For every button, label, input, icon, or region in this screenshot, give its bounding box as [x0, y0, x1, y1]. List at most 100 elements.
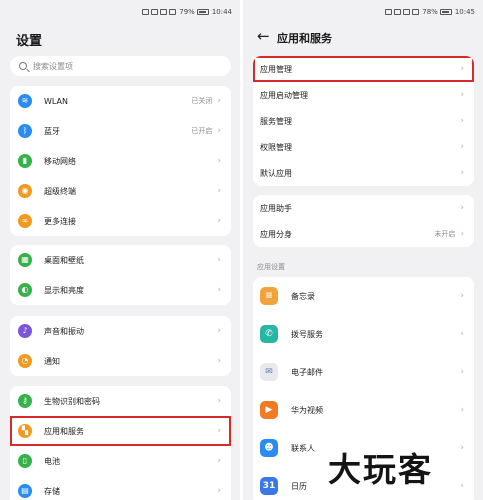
settings-item[interactable]: ▦ 桌面和壁纸 › — [10, 245, 231, 275]
status-bar: 78% 10:45 — [329, 6, 475, 18]
wifi-status-icon — [169, 9, 177, 15]
vibrate-icon — [151, 9, 159, 15]
app-service-item[interactable]: 应用助手 › — [253, 195, 474, 221]
settings-item[interactable]: ◔ 通知 › — [10, 346, 231, 376]
calendar-icon: 31 — [260, 477, 278, 495]
settings-item[interactable]: ⚷ 生物识别和密码 › — [10, 386, 231, 416]
back-arrow-icon[interactable]: ← — [257, 27, 270, 45]
app-service-item[interactable]: 默认应用 › — [253, 160, 474, 186]
memo-icon: ≡ — [260, 287, 278, 305]
settings-item-label: 生物识别和密码 — [44, 396, 100, 406]
chevron-right-icon: › — [217, 326, 221, 336]
app-service-item[interactable]: 应用管理 › — [253, 56, 474, 82]
bell-icon: ◔ — [18, 354, 32, 368]
chevron-right-icon: › — [217, 456, 221, 466]
video-icon: ▶ — [260, 401, 278, 419]
app-service-label: 应用分身 — [260, 229, 292, 239]
app-service-label: 应用助手 — [260, 203, 292, 213]
chevron-right-icon: › — [460, 116, 464, 126]
chevron-right-icon: › — [217, 186, 221, 196]
battery-icon: ▯ — [18, 454, 32, 468]
storage-icon: ▤ — [18, 484, 32, 498]
nfc-icon — [385, 9, 393, 15]
chevron-right-icon: › — [217, 126, 221, 136]
wifi-status-icon — [412, 9, 420, 15]
app-list-item[interactable]: ✆ 拨号服务 › — [253, 315, 474, 353]
bluetooth-icon: ᛒ — [18, 124, 32, 138]
contacts-icon: ☻ — [260, 439, 278, 457]
app-service-label: 服务管理 — [260, 116, 292, 126]
app-service-item[interactable]: 权限管理 › — [253, 134, 474, 160]
chevron-right-icon: › — [460, 90, 464, 100]
section-label-app-settings: 应用设置 — [257, 263, 285, 271]
settings-item[interactable]: ≋ WLAN 已关闭 › — [10, 86, 231, 116]
app-service-label: 应用启动管理 — [260, 90, 308, 100]
settings-item[interactable]: ▚ 应用和服务 › — [10, 416, 231, 446]
app-list-label: 华为视频 — [291, 405, 323, 415]
settings-item[interactable]: ▯ 电池 › — [10, 446, 231, 476]
settings-item[interactable]: ▤ 存储 › — [10, 476, 231, 500]
app-service-item[interactable]: 服务管理 › — [253, 108, 474, 134]
app-list-item[interactable]: ✉ 电子邮件 › — [253, 353, 474, 391]
key-icon: ⚷ — [18, 394, 32, 408]
status-time: 10:45 — [454, 8, 475, 16]
app-service-item[interactable]: 应用启动管理 › — [253, 82, 474, 108]
phone-icon: ✆ — [260, 325, 278, 343]
settings-item-label: 声音和振动 — [44, 326, 84, 336]
settings-item-value: 已关闭 — [191, 97, 213, 105]
app-service-item[interactable]: 应用分身 未开启 › — [253, 221, 474, 247]
wifi-icon: ≋ — [18, 94, 32, 108]
chevron-right-icon: › — [460, 229, 464, 239]
settings-item[interactable]: ◐ 显示和亮度 › — [10, 275, 231, 305]
chevron-right-icon: › — [217, 96, 221, 106]
status-time: 10:44 — [211, 8, 232, 16]
chevron-right-icon: › — [217, 255, 221, 265]
chevron-right-icon: › — [460, 481, 464, 491]
battery-status-icon — [439, 9, 452, 15]
vibrate-icon — [394, 9, 402, 15]
app-service-label: 默认应用 — [260, 168, 292, 178]
settings-item-label: 电池 — [44, 456, 60, 466]
chevron-right-icon: › — [460, 405, 464, 415]
email-icon: ✉ — [260, 363, 278, 381]
settings-item-label: 存储 — [44, 486, 60, 496]
settings-item[interactable]: ♪ 声音和振动 › — [10, 316, 231, 346]
chevron-right-icon: › — [460, 64, 464, 74]
settings-item[interactable]: ∞ 更多连接 › — [10, 206, 231, 236]
super-device-icon: ◉ — [18, 184, 32, 198]
settings-item-label: 更多连接 — [44, 216, 76, 226]
chevron-right-icon: › — [217, 356, 221, 366]
settings-group-security-apps: ⚷ 生物识别和密码 › ▚ 应用和服务 › ▯ 电池 › ▤ 存储 › — [10, 386, 231, 500]
settings-item[interactable]: ᛒ 蓝牙 已开启 › — [10, 116, 231, 146]
battery-status-icon — [196, 9, 209, 15]
app-helper-group: 应用助手 › 应用分身 未开启 › — [253, 195, 474, 247]
settings-item-label: 应用和服务 — [44, 426, 84, 436]
app-list-item[interactable]: ≡ 备忘录 › — [253, 277, 474, 315]
chevron-right-icon: › — [460, 367, 464, 377]
app-list-item[interactable]: ▶ 华为视频 › — [253, 391, 474, 429]
settings-item[interactable]: ◉ 超级终端 › — [10, 176, 231, 206]
search-icon — [19, 62, 27, 70]
apps-icon: ▚ — [18, 424, 32, 438]
settings-item-label: 蓝牙 — [44, 126, 60, 136]
page-title: 设置 — [16, 34, 43, 49]
app-management-group: 应用管理 › 应用启动管理 › 服务管理 › 权限管理 › 默认应用 › — [253, 56, 474, 186]
app-service-value: 未开启 — [434, 230, 456, 238]
nfc-icon — [142, 9, 150, 15]
chevron-right-icon: › — [460, 291, 464, 301]
bluetooth-status-icon — [160, 9, 168, 15]
settings-item-label: 移动网络 — [44, 156, 76, 166]
search-placeholder: 搜索设置项 — [33, 61, 73, 71]
settings-item-label: 桌面和壁纸 — [44, 255, 84, 265]
settings-item[interactable]: ▮ 移动网络 › — [10, 146, 231, 176]
chevron-right-icon: › — [460, 142, 464, 152]
sound-icon: ♪ — [18, 324, 32, 338]
status-bar: 79% 10:44 — [86, 6, 232, 18]
settings-item-label: 显示和亮度 — [44, 285, 84, 295]
settings-pane: 79% 10:44 设置 搜索设置项 ≋ WLAN 已关闭 › ᛒ 蓝牙 已开启 › ▮ 移动网络… — [0, 0, 240, 500]
chevron-right-icon: › — [217, 426, 221, 436]
signal-icon: ▮ — [18, 154, 32, 168]
app-service-label: 应用管理 — [260, 64, 292, 74]
apps-services-pane: 78% 10:45 ← 应用和服务 应用管理 › 应用启动管理 › 服务管理 › 权限管理 ›… — [243, 0, 483, 500]
search-input[interactable]: 搜索设置项 — [10, 56, 231, 76]
